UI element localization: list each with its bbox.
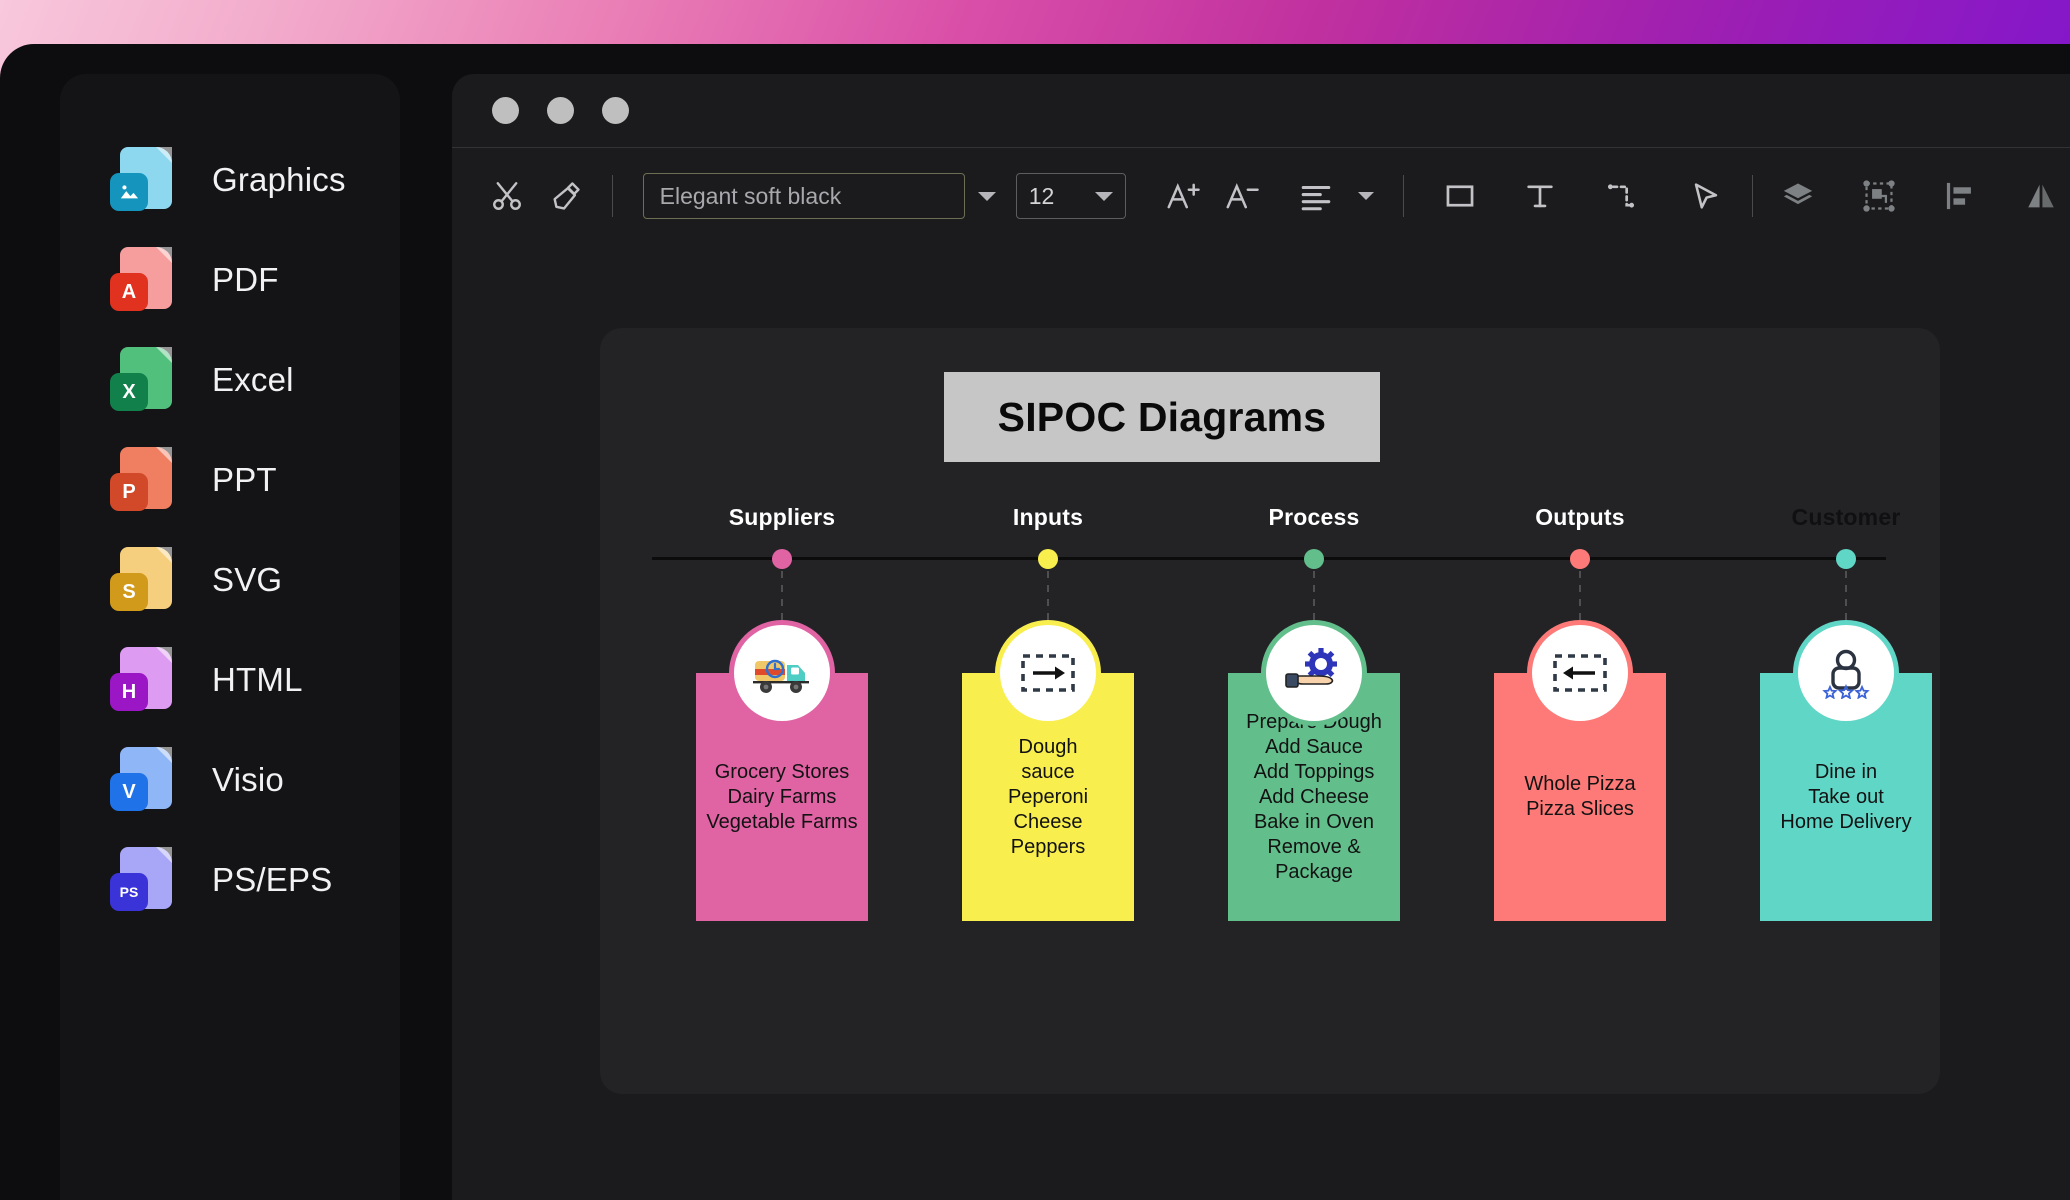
chevron-down-icon	[1095, 191, 1114, 201]
pdf-file-icon: A	[110, 247, 172, 313]
toolbar-divider	[611, 175, 613, 217]
ps-eps-file-icon: PS	[110, 847, 172, 913]
card-items: Dough sauce Peperoni Cheese Peppers	[1007, 735, 1089, 858]
ppt-badge-label: P	[110, 473, 148, 511]
sidebar-item-label: PDF	[212, 261, 279, 298]
column-header: Customer	[1791, 504, 1901, 530]
sidebar-item-visio[interactable]: V Visio	[60, 730, 400, 830]
toolbar-divider	[1403, 175, 1405, 217]
sidebar-item-label: Graphics	[212, 161, 346, 198]
card-items: Prepare Dough Add Sauce Add Toppings Add…	[1246, 710, 1382, 883]
decrease-font-size-icon[interactable]	[1213, 164, 1272, 228]
format-painter-icon[interactable]	[537, 164, 596, 228]
column-header: Outputs	[1535, 504, 1625, 530]
minimize-button[interactable]	[547, 97, 574, 124]
connector-dashed-line	[1047, 571, 1049, 631]
input-arrow-icon	[1000, 625, 1096, 721]
svg-badge-label: S	[110, 573, 148, 611]
visio-file-icon: V	[110, 747, 172, 813]
sipoc-columns: Suppliers Grocery Stores Dairy Farms Veg…	[600, 328, 1940, 1094]
increase-font-size-icon[interactable]	[1154, 164, 1213, 228]
select-pointer-icon[interactable]	[1677, 164, 1736, 228]
excel-badge-label: X	[110, 373, 148, 411]
timeline-node	[772, 549, 792, 569]
sidebar-item-ps-eps[interactable]: PS PS/EPS	[60, 830, 400, 930]
align-text-icon[interactable]	[1286, 164, 1345, 228]
align-dropdown-chevron-down-icon[interactable]	[1345, 173, 1387, 219]
column-header: Inputs	[1012, 504, 1084, 530]
maximize-button[interactable]	[602, 97, 629, 124]
card-items: Dine in Take out Home Delivery	[1780, 760, 1912, 833]
sidebar-item-label: PPT	[212, 461, 277, 498]
connector-dashed-line	[1313, 571, 1315, 631]
sidebar-item-excel[interactable]: X Excel	[60, 330, 400, 430]
excel-file-icon: X	[110, 347, 172, 413]
formatting-toolbar: Elegant soft black 12	[452, 148, 2070, 244]
font-size-value: 12	[1028, 182, 1055, 209]
ppt-file-icon: P	[110, 447, 172, 513]
diagram-canvas[interactable]: SIPOC Diagrams Suppliers Grocery Stores …	[600, 328, 1940, 1094]
connector-dashed-line	[1579, 571, 1581, 631]
svg-file-icon: S	[110, 547, 172, 613]
close-button[interactable]	[492, 97, 519, 124]
toolbar-divider	[1751, 175, 1753, 217]
font-name-dropdown-chevron-down-icon[interactable]	[965, 173, 1007, 219]
column-header: Process	[1268, 504, 1360, 530]
connector-dashed-line	[1845, 571, 1847, 631]
hand-gear-icon	[1266, 625, 1362, 721]
flip-horizontal-icon[interactable]	[2011, 164, 2070, 228]
sidebar-item-label: SVG	[212, 561, 283, 598]
html-badge-label: H	[110, 673, 148, 711]
layers-icon[interactable]	[1769, 164, 1828, 228]
graphics-file-icon	[110, 147, 172, 213]
sidebar-item-pdf[interactable]: A PDF	[60, 230, 400, 330]
pdf-badge-label: A	[110, 273, 148, 311]
ps-badge-label: PS	[110, 873, 148, 911]
text-tool-icon[interactable]	[1511, 164, 1570, 228]
card-items: Whole Pizza Pizza Slices	[1524, 773, 1636, 820]
font-name-value: Elegant soft black	[659, 182, 842, 209]
output-arrow-icon	[1532, 625, 1628, 721]
editor-window: Elegant soft black 12 SIPOC Diagrams Sup…	[452, 74, 2070, 1200]
align-left-icon[interactable]	[1930, 164, 1989, 228]
timeline-node	[1038, 549, 1058, 569]
font-size-select[interactable]: 12	[1015, 173, 1127, 219]
delivery-truck-icon	[734, 625, 830, 721]
group-objects-icon[interactable]	[1849, 164, 1908, 228]
sidebar-item-label: Excel	[212, 361, 294, 398]
window-titlebar	[452, 74, 2070, 148]
sidebar-item-graphics[interactable]: Graphics	[60, 130, 400, 230]
sidebar-item-svg[interactable]: S SVG	[60, 530, 400, 630]
connector-line-icon[interactable]	[1592, 164, 1651, 228]
cut-icon[interactable]	[478, 164, 537, 228]
file-format-sidebar: Graphics A PDF X Excel P PPT S SVG H HTM…	[60, 74, 400, 1200]
sidebar-item-html[interactable]: H HTML	[60, 630, 400, 730]
card-items: Grocery Stores Dairy Farms Vegetable Far…	[706, 760, 858, 833]
customer-rating-icon	[1798, 625, 1894, 721]
sidebar-item-label: HTML	[212, 661, 303, 698]
timeline-node	[1304, 549, 1324, 569]
html-file-icon: H	[110, 647, 172, 713]
timeline-node	[1570, 549, 1590, 569]
sidebar-item-label: Visio	[212, 761, 284, 798]
timeline-node	[1836, 549, 1856, 569]
connector-dashed-line	[781, 571, 783, 631]
font-name-input[interactable]: Elegant soft black	[642, 173, 966, 219]
visio-badge-label: V	[110, 773, 148, 811]
sidebar-item-label: PS/EPS	[212, 861, 333, 898]
sidebar-item-ppt[interactable]: P PPT	[60, 430, 400, 530]
rectangle-shape-icon[interactable]	[1430, 164, 1489, 228]
column-header: Suppliers	[728, 504, 836, 530]
